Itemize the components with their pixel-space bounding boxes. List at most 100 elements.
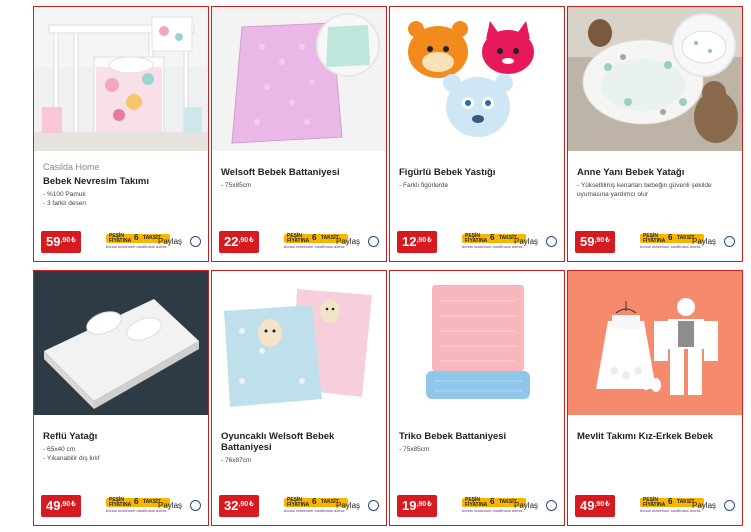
product-features: - 65x40 cm - Yıkanabilir dış kılıf (43, 445, 201, 463)
product-card[interactable]: Triko Bebek Battaniyesi - 75x85cm 19,90₺… (389, 270, 565, 526)
feature-item: - Farklı figürlerde (399, 182, 449, 189)
price-tag: 19,90₺ (397, 495, 437, 517)
product-title[interactable]: Triko Bebek Battaniyesi (399, 431, 557, 442)
price-decimal: ,90 (594, 501, 605, 508)
price-integer: 49 (46, 498, 61, 513)
product-features: - 75x85cm (399, 445, 557, 454)
price-decimal: ,90 (416, 237, 427, 244)
installment-number: 6 (668, 233, 673, 242)
toy-blankets-image (212, 271, 386, 415)
share-icon[interactable] (724, 500, 735, 511)
currency-symbol: ₺ (605, 501, 610, 508)
product-title[interactable]: Bebek Nevresim Takımı (43, 176, 201, 187)
installment-number: 6 (490, 497, 495, 506)
installment-number: 6 (312, 233, 317, 242)
price-tag: 59,90₺ (575, 231, 615, 253)
currency-symbol: ₺ (605, 237, 610, 244)
currency-symbol: ₺ (427, 237, 432, 244)
price-decimal: ,90 (238, 501, 249, 508)
knit-blankets-image (390, 271, 564, 415)
share-icon[interactable] (368, 236, 379, 247)
price-integer: 12 (402, 234, 417, 249)
product-features: - %100 Pamuk - 3 farklı desen (43, 190, 201, 208)
baby-bedding-crib-image (34, 7, 208, 151)
product-title[interactable]: Reflü Yatağı (43, 431, 201, 442)
share-label[interactable]: Paylaş (336, 501, 360, 510)
feature-item: - Yıkanabilir dış kılıf (43, 455, 100, 462)
installment-left-label: PEŞİN FİYATINA (465, 497, 488, 508)
currency-symbol: ₺ (249, 501, 254, 508)
share-label[interactable]: Paylaş (514, 237, 538, 246)
product-image[interactable] (390, 7, 564, 151)
feature-item: - 65x40 cm (43, 446, 76, 453)
price-integer: 59 (46, 234, 61, 249)
price-decimal: ,90 (416, 501, 427, 508)
product-card[interactable]: Mevlit Takımı Kız-Erkek Bebek 49,90₺ PEŞ… (567, 270, 743, 526)
currency-symbol: ₺ (71, 237, 76, 244)
feature-item: - 3 farklı desen (43, 200, 86, 207)
product-features: - Farklı figürlerde (399, 181, 557, 190)
feature-item: - 75x85cm (221, 182, 252, 189)
product-title[interactable]: Anne Yanı Bebek Yatağı (577, 167, 735, 178)
product-title[interactable]: Figürlü Bebek Yastığı (399, 167, 557, 178)
share-icon[interactable] (724, 236, 735, 247)
mevlit-outfits-image (568, 271, 742, 415)
currency-symbol: ₺ (249, 237, 254, 244)
product-card[interactable]: Casilda Home Bebek Nevresim Takımı - %10… (33, 6, 209, 262)
feature-item: - %100 Pamuk (43, 191, 86, 198)
installment-left-label: PEŞİN FİYATINA (109, 233, 132, 244)
price-tag: 59,90₺ (41, 231, 81, 253)
share-label[interactable]: Paylaş (158, 501, 182, 510)
product-image[interactable] (34, 271, 208, 415)
installment-number: 6 (490, 233, 495, 242)
reflux-wedge-bed-image (34, 271, 208, 415)
feature-item: - 75x85cm (399, 446, 430, 453)
installment-left-label: PEŞİN FİYATINA (643, 497, 666, 508)
alt-color-thumbnail[interactable] (672, 13, 736, 77)
share-label[interactable]: Paylaş (692, 501, 716, 510)
share-label[interactable]: Paylaş (336, 237, 360, 246)
share-icon[interactable] (546, 236, 557, 247)
share-icon[interactable] (546, 500, 557, 511)
price-integer: 59 (580, 234, 595, 249)
product-brand: Casilda Home (43, 162, 100, 172)
share-icon[interactable] (190, 500, 201, 511)
product-card[interactable]: Figürlü Bebek Yastığı - Farklı figürlerd… (389, 6, 565, 262)
product-card[interactable]: Reflü Yatağı - 65x40 cm - Yıkanabilir dı… (33, 270, 209, 526)
currency-symbol: ₺ (427, 501, 432, 508)
product-image[interactable] (34, 7, 208, 151)
installment-number: 6 (668, 497, 673, 506)
installment-left-label: PEŞİN FİYATINA (465, 233, 488, 244)
installment-number: 6 (312, 497, 317, 506)
product-card[interactable]: Welsoft Bebek Battaniyesi - 75x85cm 22,9… (211, 6, 387, 262)
installment-left-label: PEŞİN FİYATINA (109, 497, 132, 508)
price-integer: 32 (224, 498, 239, 513)
product-card[interactable]: Anne Yanı Bebek Yatağı - Yükseltilmiş ke… (567, 6, 743, 262)
share-icon[interactable] (190, 236, 201, 247)
product-image[interactable] (568, 7, 742, 151)
currency-symbol: ₺ (71, 501, 76, 508)
share-icon[interactable] (368, 500, 379, 511)
installment-left-label: PEŞİN FİYATINA (287, 233, 310, 244)
installment-number: 6 (134, 233, 139, 242)
product-card[interactable]: Oyuncaklı Welsoft Bebek Battaniyesi - 76… (211, 270, 387, 526)
product-image[interactable] (212, 271, 386, 415)
share-label[interactable]: Paylaş (514, 501, 538, 510)
product-title[interactable]: Oyuncaklı Welsoft Bebek Battaniyesi (221, 431, 341, 453)
price-tag: 22,90₺ (219, 231, 259, 253)
product-title[interactable]: Welsoft Bebek Battaniyesi (221, 167, 379, 178)
product-image[interactable] (212, 7, 386, 151)
alt-color-thumbnail[interactable] (316, 13, 380, 77)
price-integer: 22 (224, 234, 239, 249)
share-label[interactable]: Paylaş (158, 237, 182, 246)
product-title[interactable]: Mevlit Takımı Kız-Erkek Bebek (577, 431, 735, 442)
installment-number: 6 (134, 497, 139, 506)
installment-left-label: PEŞİN FİYATINA (643, 233, 666, 244)
product-features: - 75x85cm (221, 181, 379, 190)
share-label[interactable]: Paylaş (692, 237, 716, 246)
price-tag: 49,90₺ (575, 495, 615, 517)
price-decimal: ,90 (238, 237, 249, 244)
price-tag: 12,90₺ (397, 231, 437, 253)
product-image[interactable] (568, 271, 742, 415)
product-image[interactable] (390, 271, 564, 415)
